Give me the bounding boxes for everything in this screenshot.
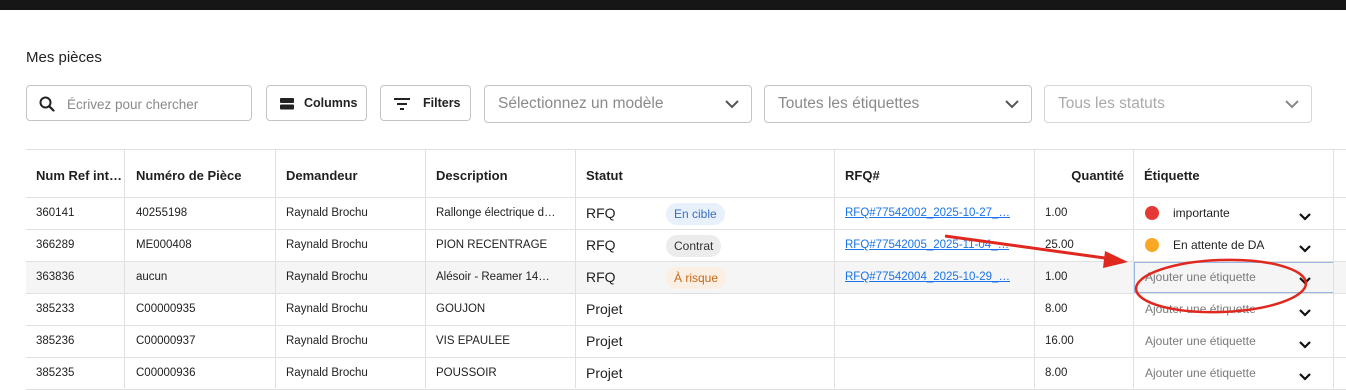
cell-ref: 385233 (36, 303, 75, 315)
cell-requester: Raynald Brochu (286, 239, 368, 251)
cell-requester: Raynald Brochu (286, 303, 368, 315)
add-tag-placeholder[interactable]: Ajouter une étiquette (1145, 334, 1256, 348)
search-box[interactable] (26, 85, 252, 121)
columns-icon (280, 98, 294, 110)
filters-label: Filters (423, 96, 461, 110)
chevron-down-icon (1285, 100, 1299, 109)
cell-requester: Raynald Brochu (286, 335, 368, 347)
cell-requester: Raynald Brochu (286, 207, 368, 219)
add-tag-placeholder[interactable]: Ajouter une étiquette (1145, 366, 1256, 380)
chevron-down-icon[interactable] (1299, 304, 1311, 322)
cell-status: RFQ (586, 205, 616, 221)
table-row[interactable]: 385235 C00000936 Raynald Brochu POUSSOIR Pro… (26, 358, 1346, 390)
chevron-down-icon (1005, 100, 1019, 109)
search-input[interactable] (65, 93, 249, 115)
cell-part-number: C00000935 (136, 303, 196, 315)
tag-color-dot (1145, 238, 1159, 252)
column-divider (834, 149, 835, 388)
top-bar (0, 0, 1346, 10)
cell-ref: 360141 (36, 207, 75, 219)
tags-select[interactable]: Toutes les étiquettes (764, 85, 1032, 123)
column-divider (425, 149, 426, 388)
table-row[interactable]: 385236 C00000937 Raynald Brochu VIS EPAULEE… (26, 326, 1346, 358)
cell-status: RFQ (586, 269, 616, 285)
cell-requester: Raynald Brochu (286, 367, 368, 379)
status-select-value: Tous les statuts (1058, 95, 1165, 112)
search-icon (39, 96, 55, 112)
table-row[interactable]: 363836 aucun Raynald Brochu Alésoir - Reame… (26, 262, 1346, 294)
columns-label: Columns (304, 96, 358, 110)
cell-description: VIS EPAULEE (436, 335, 510, 347)
cell-description: PION RECENTRAGE (436, 239, 548, 251)
tag-label: importante (1173, 206, 1230, 220)
column-header-ref[interactable]: Num Ref int… (36, 168, 126, 183)
cell-description: POUSSOIR (436, 367, 497, 379)
rfq-link[interactable]: RFQ#77542004_2025-10-29_… (845, 271, 1023, 283)
tags-select-value: Toutes les étiquettes (778, 95, 920, 112)
chevron-down-icon[interactable] (1299, 240, 1311, 258)
cell-description: Rallonge électrique d… (436, 207, 556, 219)
cell-quantity: 25.00 (1045, 239, 1074, 251)
status-badge: En cible (666, 203, 725, 225)
column-header-description[interactable]: Description (436, 168, 508, 183)
cell-part-number: 40255198 (136, 207, 188, 219)
cell-part-number: C00000936 (136, 367, 196, 379)
column-divider (1034, 149, 1035, 388)
status-badge: Contrat (666, 235, 722, 257)
cell-ref: 385235 (36, 367, 75, 379)
model-select[interactable]: Sélectionnez un modèle (484, 85, 752, 123)
column-header-rfq[interactable]: RFQ# (845, 168, 880, 183)
chevron-down-icon[interactable] (1299, 272, 1311, 290)
column-divider (1133, 149, 1134, 388)
add-tag-placeholder[interactable]: Ajouter une étiquette (1145, 270, 1256, 284)
chevron-down-icon (725, 100, 739, 109)
cell-quantity: 8.00 (1045, 367, 1068, 379)
chevron-down-icon[interactable] (1299, 336, 1311, 354)
add-tag-placeholder[interactable]: Ajouter une étiquette (1145, 302, 1256, 316)
cell-quantity: 8.00 (1045, 303, 1068, 315)
cell-ref: 363836 (36, 271, 75, 283)
cell-status: Projet (586, 365, 623, 381)
model-select-value: Sélectionnez un modèle (498, 95, 664, 112)
column-header-part-number[interactable]: Numéro de Pièce (136, 168, 242, 183)
cell-part-number: ME000408 (136, 239, 192, 251)
tag-label: En attente de DA (1173, 238, 1265, 252)
column-divider (124, 149, 125, 388)
column-header-status[interactable]: Statut (586, 168, 623, 183)
cell-ref: 385236 (36, 335, 75, 347)
columns-button[interactable]: Columns (266, 85, 367, 121)
cell-ref: 366289 (36, 239, 75, 251)
cell-status: Projet (586, 333, 623, 349)
cell-description: Alésoir - Reamer 14… (436, 271, 550, 283)
status-badge: À risque (666, 267, 727, 289)
table-row[interactable]: 360141 40255198 Raynald Brochu Rallonge éle… (26, 198, 1346, 230)
status-select[interactable]: Tous les statuts (1044, 85, 1312, 123)
column-divider (275, 149, 276, 388)
cell-quantity: 1.00 (1045, 271, 1068, 283)
column-divider (1333, 149, 1334, 388)
cell-description: GOUJON (436, 303, 486, 315)
cell-quantity: 1.00 (1045, 207, 1068, 219)
chevron-down-icon[interactable] (1299, 208, 1311, 226)
cell-status: RFQ (586, 237, 616, 253)
tag-color-dot (1145, 206, 1159, 220)
page-title: Mes pièces (26, 49, 102, 66)
column-header-requester[interactable]: Demandeur (286, 168, 358, 183)
table-row[interactable]: 366289 ME000408 Raynald Brochu PION RECENTR… (26, 230, 1346, 262)
cell-quantity: 16.00 (1045, 335, 1074, 347)
rfq-link[interactable]: RFQ#77542005_2025-11-04_… (845, 239, 1023, 251)
column-divider (575, 149, 576, 388)
cell-requester: Raynald Brochu (286, 271, 368, 283)
cell-part-number: aucun (136, 271, 168, 283)
column-header-quantity[interactable]: Quantité (1044, 168, 1124, 183)
cell-status: Projet (586, 301, 623, 317)
table-header: Num Ref int… Numéro de Pièce Demandeur D… (26, 149, 1346, 198)
chevron-down-icon[interactable] (1299, 368, 1311, 386)
table-row[interactable]: 385233 C00000935 Raynald Brochu GOUJON Proje… (26, 294, 1346, 326)
rfq-link[interactable]: RFQ#77542002_2025-10-27_… (845, 207, 1023, 219)
column-header-tag[interactable]: Étiquette (1144, 168, 1200, 183)
cell-part-number: C00000937 (136, 335, 196, 347)
filter-icon (394, 98, 410, 110)
filters-button[interactable]: Filters (380, 85, 471, 121)
